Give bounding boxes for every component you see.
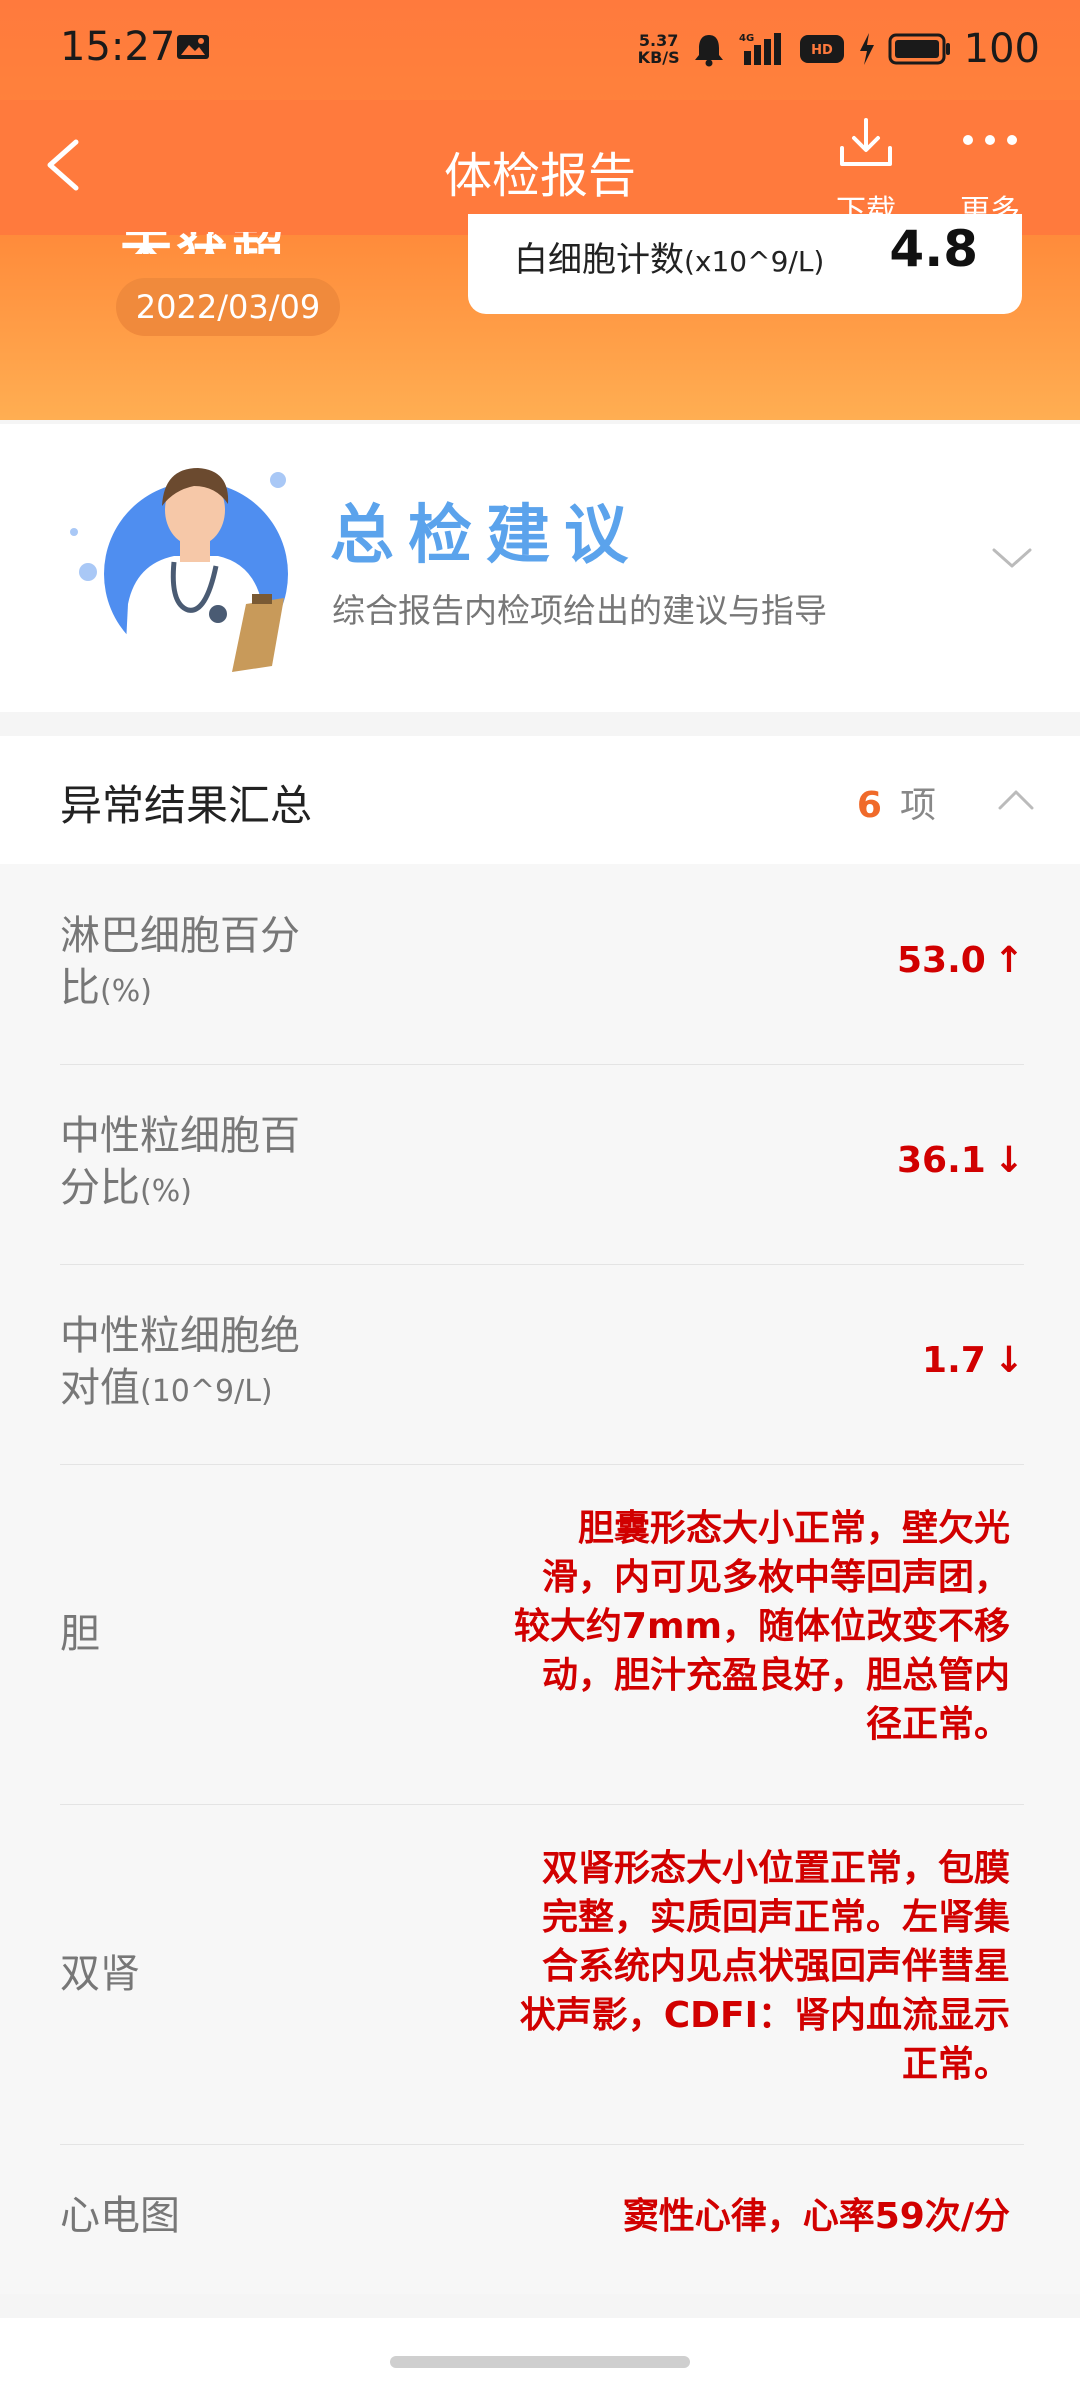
wbc-summary-card: 白细胞计数(x10^9/L) 4.8	[468, 214, 1022, 314]
wbc-unit: (x10^9/L)	[684, 245, 825, 278]
arrow-down-icon: ↓	[993, 1340, 1024, 1381]
home-indicator[interactable]	[390, 2356, 690, 2368]
result-name: 中性粒细胞百 分比(%)	[60, 1113, 300, 1211]
hd-label: HD	[811, 43, 833, 58]
signal-4g-label: 4G	[739, 33, 754, 44]
result-value: 53.0 ↑	[897, 940, 1024, 981]
result-value: 胆囊形态大小正常，壁欠光 滑，内可见多枚中等回声团， 较大约7mm，随体位改变不…	[513, 1508, 1010, 1745]
result-value: 双肾形态大小位置正常，包膜 完整，实质回声正常。左肾集 合系统内见点状强回声伴彗…	[519, 1848, 1010, 2085]
result-name: 双肾	[60, 1951, 140, 1997]
wbc-value: 4.8	[889, 220, 978, 278]
advice-card[interactable]: 总检建议 综合报告内检项给出的建议与指导	[0, 424, 1080, 712]
abnormal-count: 6项	[857, 776, 936, 828]
report-name-partial: 未获超	[120, 232, 340, 254]
result-value: 36.1 ↓	[897, 1140, 1024, 1181]
result-value: 1.7 ↓	[922, 1340, 1024, 1381]
result-row-gallbladder[interactable]: 胆 胆囊形态大小正常，壁欠光 滑，内可见多枚中等回声团， 较大约7mm，随体位改…	[60, 1464, 1024, 1805]
result-value: 窦性心律，心率59次/分	[622, 2196, 1010, 2237]
status-bar: 15:27 5.37 KB/S 4G HD 100	[0, 0, 1080, 100]
result-row-ecg[interactable]: 心电图 窦性心律，心率59次/分	[60, 2144, 1024, 2294]
advice-subtitle: 综合报告内检项给出的建议与指导	[332, 591, 827, 630]
battery-level: 100	[963, 26, 1040, 72]
arrow-down-icon: ↓	[993, 1140, 1024, 1181]
abnormal-count-number: 6	[856, 785, 882, 826]
result-row-lymphocyte-pct[interactable]: 淋巴细胞百分 比(%) 53.0 ↑	[60, 864, 1024, 1065]
signal-icon: 4G	[739, 33, 781, 65]
wbc-label: 白细胞计数(x10^9/L)	[514, 232, 824, 281]
chevron-up-icon[interactable]	[996, 786, 1036, 814]
status-time: 15:27	[60, 24, 176, 70]
download-button[interactable]: 下载	[816, 116, 916, 230]
page-title: 体检报告	[443, 148, 636, 204]
result-name: 淋巴细胞百分 比(%)	[60, 913, 300, 1011]
doctor-illustration	[70, 468, 288, 684]
battery-icon	[888, 33, 950, 65]
result-row-kidneys[interactable]: 双肾 双肾形态大小位置正常，包膜 完整，实质回声正常。左肾集 合系统内见点状强回…	[60, 1804, 1024, 2145]
abnormal-results-list: 淋巴细胞百分 比(%) 53.0 ↑ 中性粒细胞百 分比(%) 36.1 ↓ 中性粒…	[0, 864, 1080, 2294]
more-button[interactable]: 更多	[940, 116, 1040, 230]
hd-call-icon: HD	[799, 35, 844, 63]
result-row-neutrophil-pct[interactable]: 中性粒细胞百 分比(%) 36.1 ↓	[60, 1064, 1024, 1265]
report-name-text: 未获超	[120, 232, 340, 254]
result-name: 中性粒细胞绝 对值(10^9/L)	[60, 1313, 300, 1411]
result-row-neutrophil-abs[interactable]: 中性粒细胞绝 对值(10^9/L) 1.7 ↓	[60, 1264, 1024, 1465]
result-name: 胆	[60, 1611, 100, 1657]
advice-title: 总检建议	[330, 499, 642, 573]
net-speed: 5.37 KB/S	[637, 31, 680, 67]
download-icon	[840, 118, 892, 166]
abnormal-count-unit: 项	[899, 785, 936, 826]
result-name: 心电图	[60, 2193, 180, 2239]
arrow-up-icon: ↑	[993, 940, 1024, 981]
charging-icon	[859, 33, 874, 65]
abnormal-summary-header[interactable]: 异常结果汇总 6项	[0, 736, 1080, 865]
alarm-icon	[694, 35, 723, 67]
report-date: 2022/03/09	[116, 278, 340, 336]
more-icon	[963, 135, 1017, 145]
abnormal-summary-title: 异常结果汇总	[60, 781, 313, 830]
wbc-label-text: 白细胞计数	[514, 240, 684, 280]
chevron-down-icon[interactable]	[990, 542, 1034, 572]
gallery-notification-icon	[177, 35, 209, 59]
